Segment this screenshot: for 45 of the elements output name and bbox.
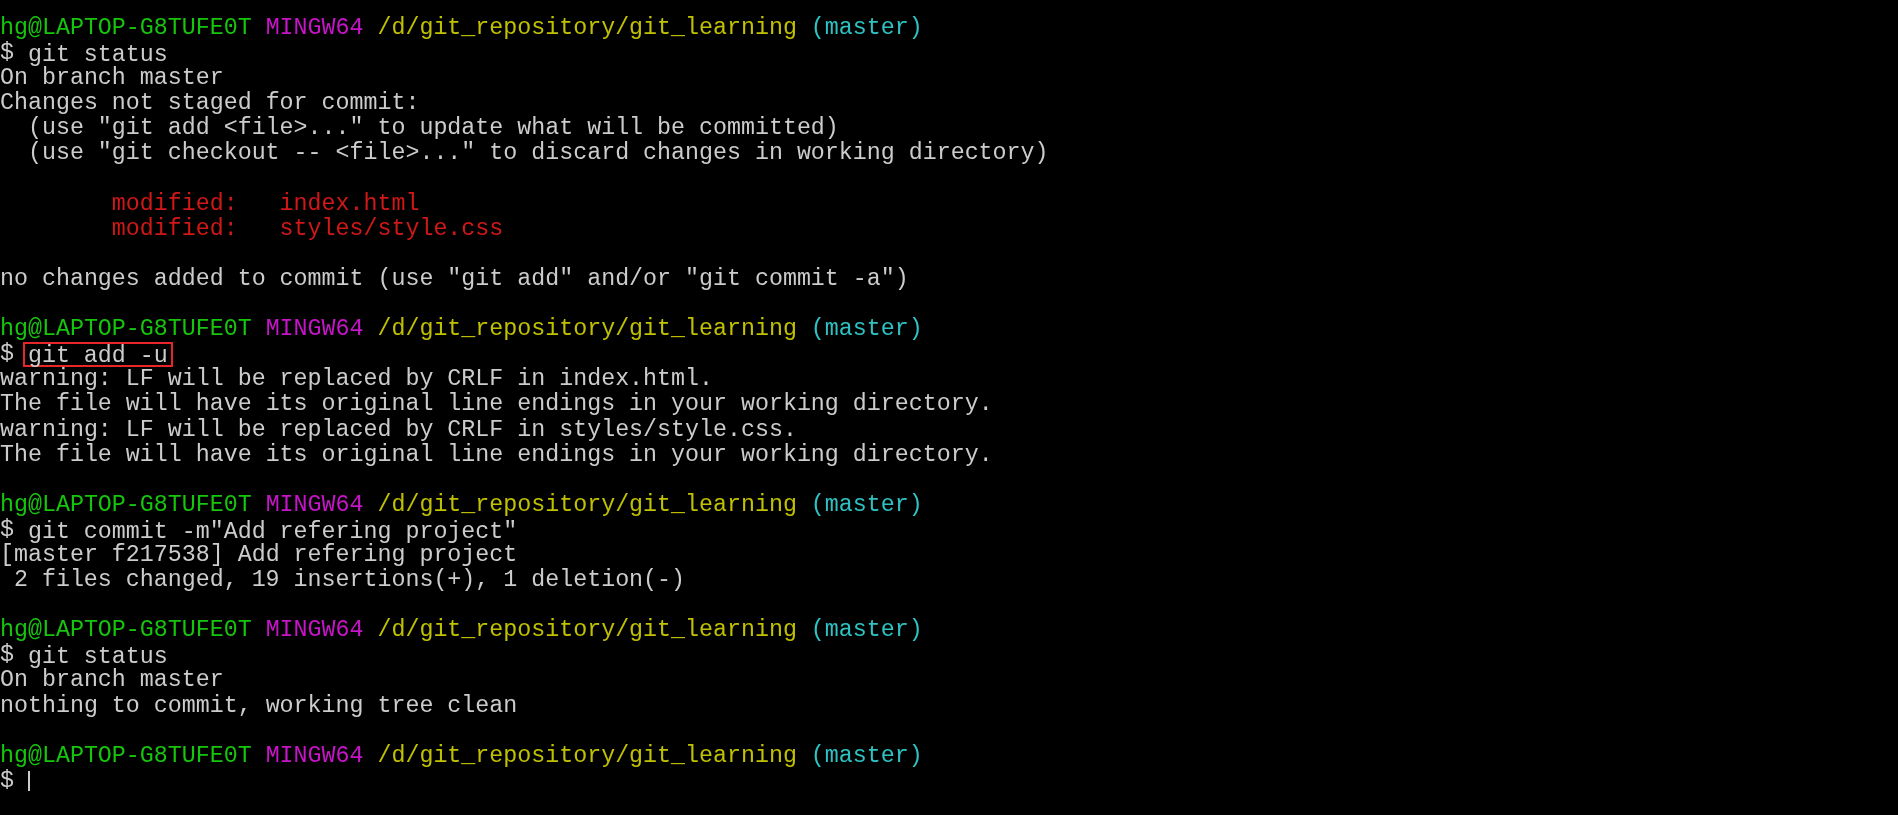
working-path: /d/git_repository/git_learning (377, 16, 797, 42)
output-text: The file will have its original line endings in your working directory. (0, 442, 993, 468)
output-text: no changes added to commit (use "git add" and/or "git commit -a") (0, 266, 909, 293)
working-path: /d/git_repository/git_learning (377, 492, 797, 518)
prompt-symbol: $ (0, 342, 14, 368)
system-name: MINGW64 (265, 618, 364, 644)
file-name: index.html (279, 191, 420, 217)
output-text: The file will have its original line endings in your working directory. (0, 392, 993, 418)
output-text: warning: LF will be replaced by CRLF in index.html. (0, 367, 713, 393)
system-name: MINGW64 (265, 743, 364, 769)
output-text: warning: LF will be replaced by CRLF in styles/style.css. (0, 417, 797, 443)
branch-name: (master) (810, 743, 923, 769)
highlighted-command: git add -u (22, 342, 173, 368)
prompt-symbol: $ (0, 643, 14, 669)
system-name: MINGW64 (265, 16, 364, 42)
branch-name: (master) (810, 16, 923, 42)
hint-text: (use "git checkout -- <file>..." to discard changes in working directory) (27, 141, 1049, 167)
user-host: hg@LAPTOP-G8TUFE0T (0, 743, 252, 769)
summary-text: 2 files changed, 19 insertions(+), 1 deletion(-) (13, 568, 686, 594)
output-text: Changes not staged for commit: (0, 91, 420, 117)
working-path: /d/git_repository/git_learning (377, 743, 797, 769)
system-name: MINGW64 (265, 492, 364, 518)
prompt-symbol: $ (0, 41, 14, 67)
file-name: styles/style.css (279, 216, 504, 242)
output-text: On branch master (0, 668, 224, 694)
status-label: modified: (111, 216, 238, 242)
prompt-symbol: $ (0, 768, 14, 794)
system-name: MINGW64 (265, 317, 364, 343)
hint-text: (use "git add <file>..." to update what will be committed) (27, 116, 839, 142)
status-label: modified: (111, 191, 238, 217)
command-text: git status (26, 643, 168, 669)
output-text: On branch master (0, 66, 224, 92)
output-text: nothing to commit, working tree clean (0, 693, 518, 719)
user-host: hg@LAPTOP-G8TUFE0T (0, 317, 252, 343)
user-host: hg@LAPTOP-G8TUFE0T (0, 16, 252, 41)
branch-name: (master) (810, 492, 923, 518)
command-text: git status (26, 41, 168, 67)
branch-name: (master) (810, 317, 923, 343)
user-host: hg@LAPTOP-G8TUFE0T (0, 492, 252, 518)
working-path: /d/git_repository/git_learning (377, 618, 797, 644)
working-path: /d/git_repository/git_learning (377, 317, 797, 343)
prompt-symbol: $ (0, 517, 14, 543)
user-host: hg@LAPTOP-G8TUFE0T (0, 618, 252, 644)
branch-name: (master) (810, 618, 923, 644)
command-text: git commit -m"Add refering project" (27, 517, 519, 543)
